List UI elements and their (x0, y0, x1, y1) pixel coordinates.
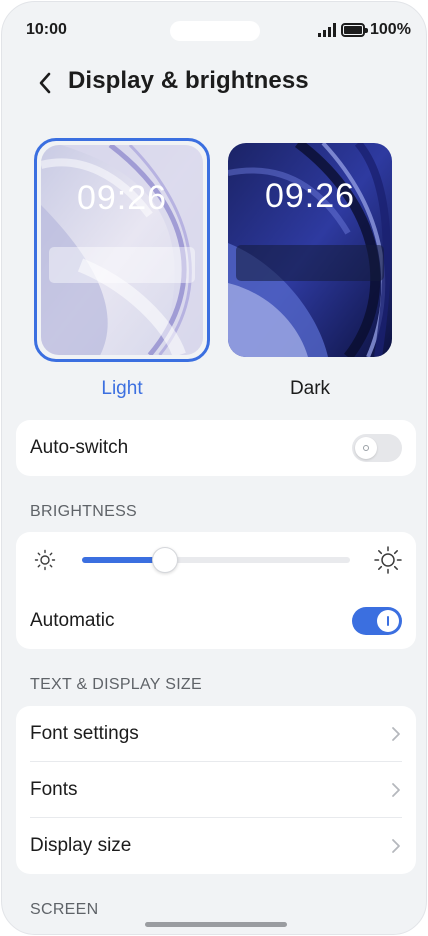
brightness-card: Automatic (16, 532, 416, 649)
theme-dark-label[interactable]: Dark (250, 378, 370, 400)
light-preview-clock: 09:26 (76, 179, 168, 217)
phone-screen: 10:00 100% Display & brightness 09:26 09… (1, 1, 427, 935)
chevron-right-icon (392, 727, 400, 741)
text-display-card: Font settings Fonts Display size (16, 706, 416, 874)
brightness-low-icon (34, 549, 56, 571)
text-display-section-header: TEXT & DISPLAY SIZE (30, 676, 202, 693)
fonts-label: Fonts (30, 779, 78, 800)
chevron-right-icon (392, 839, 400, 853)
light-preview-widget (49, 247, 195, 283)
brightness-section-header: BRIGHTNESS (30, 503, 138, 520)
display-size-row[interactable]: Display size (16, 818, 416, 874)
theme-dark-option[interactable]: 09:26 (228, 143, 392, 357)
theme-light-option[interactable]: 09:26 (34, 138, 210, 362)
auto-switch-card: Auto-switch (16, 420, 416, 476)
battery-percent: 100% (370, 21, 411, 38)
auto-switch-toggle[interactable] (352, 434, 402, 462)
back-button[interactable] (30, 66, 60, 100)
toggle-knob (377, 610, 399, 632)
theme-light-label[interactable]: Light (62, 378, 182, 400)
toggle-knob (355, 437, 377, 459)
brightness-high-icon (374, 546, 402, 574)
screen-section-header: SCREEN (30, 901, 99, 918)
status-bar: 10:00 100% (2, 2, 426, 58)
font-settings-label: Font settings (30, 723, 139, 744)
brightness-slider[interactable] (82, 547, 350, 573)
light-wallpaper-preview: 09:26 (41, 145, 203, 355)
chevron-left-icon (39, 72, 51, 94)
automatic-brightness-label: Automatic (30, 610, 115, 631)
font-settings-row[interactable]: Font settings (16, 706, 416, 762)
signal-icon (318, 23, 336, 37)
display-size-label: Display size (30, 835, 132, 856)
camera-notch (170, 21, 260, 41)
home-indicator[interactable] (145, 922, 287, 927)
dark-wallpaper-preview: 09:26 (228, 143, 392, 357)
auto-switch-label: Auto-switch (30, 437, 129, 458)
dark-preview-clock: 09:26 (264, 177, 356, 215)
dark-preview-widget (236, 245, 384, 281)
status-time: 10:00 (26, 21, 67, 38)
automatic-brightness-toggle[interactable] (352, 607, 402, 635)
fonts-row[interactable]: Fonts (16, 762, 416, 818)
battery-icon (341, 23, 368, 37)
page-title: Display & brightness (68, 67, 309, 94)
chevron-right-icon (392, 783, 400, 797)
brightness-slider-thumb[interactable] (152, 547, 179, 573)
